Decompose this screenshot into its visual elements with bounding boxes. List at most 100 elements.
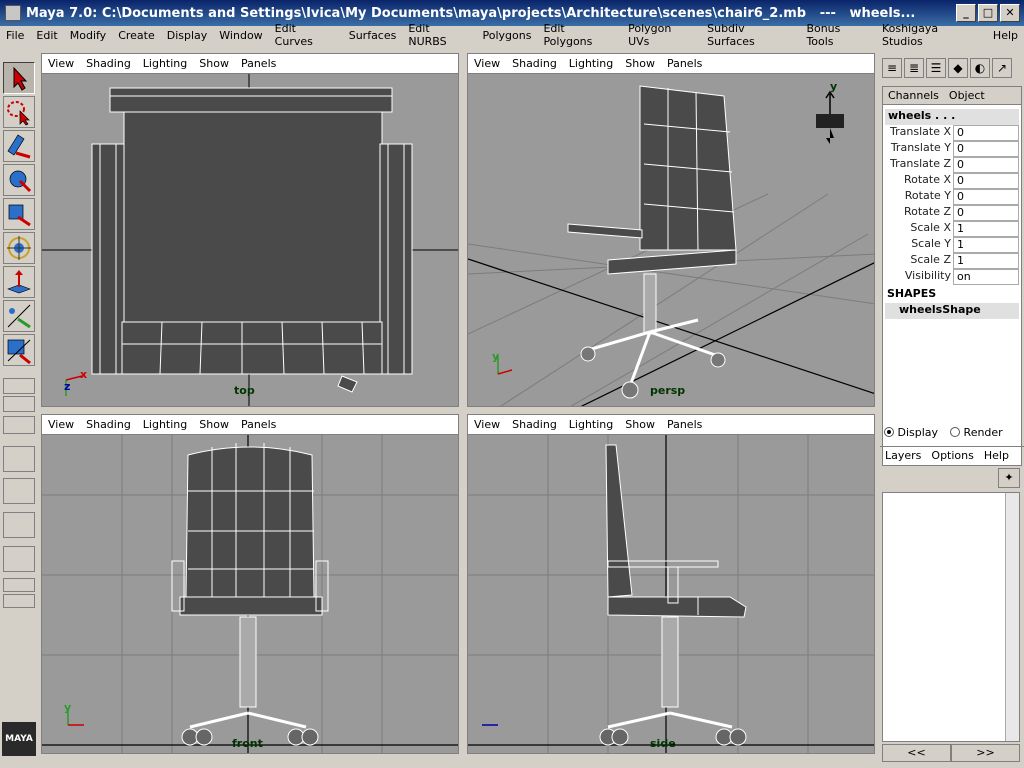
display-radio-icon[interactable]: [884, 427, 894, 437]
vp-menu-lighting[interactable]: Lighting: [563, 418, 619, 431]
lasso-tool-icon[interactable]: [3, 96, 35, 128]
maximize-button[interactable]: □: [978, 4, 998, 22]
menu-edit-curves[interactable]: Edit Curves: [269, 22, 343, 48]
layout-outliner-icon[interactable]: [3, 446, 35, 472]
menu-polygon-uvs[interactable]: Polygon UVs: [622, 22, 701, 48]
layout-custom1-icon[interactable]: [3, 578, 35, 592]
menu-koshigaya-studios[interactable]: Koshigaya Studios: [876, 22, 987, 48]
help-menu[interactable]: Help: [979, 449, 1014, 462]
shape-name[interactable]: wheelsShape: [885, 303, 1019, 319]
vp-menu-shading[interactable]: Shading: [506, 418, 563, 431]
attr-row[interactable]: Scale Y1: [885, 237, 1019, 253]
layout-persp-graph-icon[interactable]: [3, 416, 35, 434]
attr-row[interactable]: Translate X0: [885, 125, 1019, 141]
attr-row[interactable]: Rotate X0: [885, 173, 1019, 189]
manipulator-tool-icon[interactable]: [3, 266, 35, 298]
menu-subdiv-surfaces[interactable]: Subdiv Surfaces: [701, 22, 800, 48]
menu-display[interactable]: Display: [161, 29, 214, 42]
attr-row[interactable]: Rotate Z0: [885, 205, 1019, 221]
viewport-canvas[interactable]: x z top: [42, 74, 458, 406]
viewport-persp[interactable]: View Shading Lighting Show Panels y y pe…: [467, 53, 875, 407]
minimize-button[interactable]: _: [956, 4, 976, 22]
show-manipulator-tool-icon[interactable]: [3, 334, 35, 366]
viewport-side[interactable]: View Shading Lighting Show Panels side: [467, 414, 875, 754]
paint-select-tool-icon[interactable]: [3, 130, 35, 162]
vp-menu-panels[interactable]: Panels: [661, 57, 708, 70]
vp-menu-lighting[interactable]: Lighting: [137, 418, 193, 431]
vp-menu-view[interactable]: View: [468, 418, 506, 431]
layout-four-icon[interactable]: [3, 396, 35, 412]
scale-tool-icon[interactable]: [3, 232, 35, 264]
options-menu[interactable]: Options: [926, 449, 978, 462]
channel-box-toggle-icon[interactable]: ≡: [882, 58, 902, 78]
snap-icon[interactable]: ◆: [948, 58, 968, 78]
attr-row[interactable]: Scale X1: [885, 221, 1019, 237]
attr-row[interactable]: Translate Y0: [885, 141, 1019, 157]
viewport-front[interactable]: View Shading Lighting Show Panels y fron…: [41, 414, 459, 754]
vp-menu-view[interactable]: View: [42, 418, 80, 431]
vp-menu-show[interactable]: Show: [193, 418, 235, 431]
attr-row[interactable]: Rotate Y0: [885, 189, 1019, 205]
object-tab[interactable]: Object: [944, 89, 990, 102]
render-icon[interactable]: ◐: [970, 58, 990, 78]
soft-mod-tool-icon[interactable]: [3, 300, 35, 332]
menu-edit-polygons[interactable]: Edit Polygons: [537, 22, 622, 48]
menu-file[interactable]: File: [0, 29, 30, 42]
vp-menu-shading[interactable]: Shading: [80, 418, 137, 431]
menu-edit-nurbs[interactable]: Edit NURBS: [402, 22, 476, 48]
layout-render-icon[interactable]: [3, 546, 35, 572]
vp-menu-panels[interactable]: Panels: [235, 418, 282, 431]
vp-menu-panels[interactable]: Panels: [235, 57, 282, 70]
vp-menu-lighting[interactable]: Lighting: [137, 57, 193, 70]
toolbox: MAYA: [0, 60, 38, 768]
rotate-tool-icon[interactable]: [3, 198, 35, 230]
viewport-canvas[interactable]: side: [468, 435, 874, 753]
channels-tab[interactable]: Channels: [883, 89, 944, 102]
render-radio-icon[interactable]: [950, 427, 961, 437]
vp-menu-show[interactable]: Show: [619, 57, 661, 70]
select-tool-icon[interactable]: [3, 62, 35, 94]
new-layer-icon[interactable]: ✦: [998, 468, 1020, 488]
tool-settings-toggle-icon[interactable]: ☰: [926, 58, 946, 78]
layers-menu[interactable]: Layers: [880, 449, 926, 462]
layout-custom2-icon[interactable]: [3, 594, 35, 608]
object-name[interactable]: wheels . . .: [885, 109, 1019, 125]
vp-menu-shading[interactable]: Shading: [80, 57, 137, 70]
vp-menu-show[interactable]: Show: [619, 418, 661, 431]
prev-button[interactable]: <<: [882, 744, 951, 762]
layer-list-scrollbar[interactable]: [1005, 493, 1019, 741]
attr-row[interactable]: Scale Z1: [885, 253, 1019, 269]
layout-single-icon[interactable]: [3, 378, 35, 394]
viewport-canvas[interactable]: y front: [42, 435, 458, 753]
viewport-top[interactable]: View Shading Lighting Show Panels x z to…: [41, 53, 459, 407]
render-radio[interactable]: Render: [950, 426, 1003, 439]
layout-hypershade-icon[interactable]: [3, 512, 35, 538]
menu-surfaces[interactable]: Surfaces: [343, 29, 403, 42]
vp-menu-lighting[interactable]: Lighting: [563, 57, 619, 70]
vp-menu-view[interactable]: View: [42, 57, 80, 70]
vp-menu-shading[interactable]: Shading: [506, 57, 563, 70]
attr-row[interactable]: Translate Z0: [885, 157, 1019, 173]
menu-modify[interactable]: Modify: [64, 29, 112, 42]
move-tool-icon[interactable]: [3, 164, 35, 196]
layout-graph-editor-icon[interactable]: [3, 478, 35, 504]
menu-create[interactable]: Create: [112, 29, 161, 42]
menu-edit[interactable]: Edit: [30, 29, 63, 42]
menu-window[interactable]: Window: [213, 29, 268, 42]
next-button[interactable]: >>: [951, 744, 1020, 762]
vp-menu-panels[interactable]: Panels: [661, 418, 708, 431]
menu-bonus-tools[interactable]: Bonus Tools: [800, 22, 876, 48]
pick-icon[interactable]: ↗: [992, 58, 1012, 78]
menu-polygons[interactable]: Polygons: [476, 29, 537, 42]
attribute-editor-toggle-icon[interactable]: ≣: [904, 58, 924, 78]
view-cube-icon: [816, 90, 844, 144]
maya-app-icon: [5, 5, 21, 21]
display-radio[interactable]: Display: [884, 426, 938, 439]
attr-row[interactable]: Visibility on: [885, 269, 1019, 285]
vp-menu-view[interactable]: View: [468, 57, 506, 70]
vp-menu-show[interactable]: Show: [193, 57, 235, 70]
menu-help[interactable]: Help: [987, 29, 1024, 42]
viewport-canvas[interactable]: y y persp: [468, 74, 874, 406]
close-button[interactable]: ✕: [1000, 4, 1020, 22]
layer-list[interactable]: [882, 492, 1020, 742]
